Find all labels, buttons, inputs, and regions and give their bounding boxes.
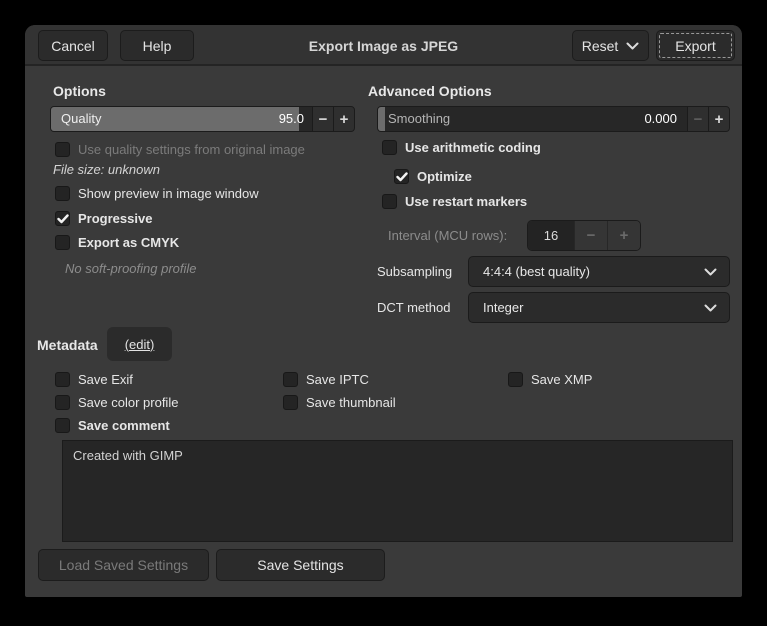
interval-increment-button: + (607, 221, 640, 250)
reset-button-label: Reset (582, 38, 619, 54)
checkbox-box (283, 395, 298, 410)
check-icon (396, 172, 408, 182)
checkbox-save-comment[interactable]: Save comment (55, 417, 170, 434)
help-button[interactable]: Help (120, 30, 194, 61)
checkbox-box (382, 194, 397, 209)
check-icon (57, 214, 69, 224)
plus-icon: + (715, 111, 724, 128)
soft-proofing-text: No soft-proofing profile (65, 261, 197, 276)
checkbox-label: Progressive (78, 210, 152, 227)
chevron-down-icon (704, 304, 717, 312)
checkbox-box (382, 140, 397, 155)
checkbox-box (55, 142, 70, 157)
cancel-button-label: Cancel (51, 38, 95, 54)
smoothing-slider-value: 0.000 (644, 107, 677, 131)
quality-decrement-button[interactable]: − (312, 107, 333, 131)
checkbox-export-cmyk[interactable]: Export as CMYK (55, 234, 179, 251)
file-size-text: File size: unknown (53, 162, 160, 177)
help-button-label: Help (143, 38, 172, 54)
smoothing-slider-label: Smoothing (388, 107, 450, 131)
advanced-options-heading: Advanced Options (368, 83, 492, 99)
comment-textarea[interactable]: Created with GIMP (62, 440, 733, 542)
options-heading: Options (53, 83, 106, 99)
export-button-label: Export (675, 38, 715, 54)
subsampling-label: Subsampling (377, 264, 452, 279)
checkbox-box (55, 372, 70, 387)
plus-icon: + (340, 111, 349, 128)
checkbox-show-preview[interactable]: Show preview in image window (55, 185, 259, 202)
interval-label: Interval (MCU rows): (388, 228, 507, 243)
metadata-edit-button-label: (edit) (125, 337, 155, 352)
plus-icon: + (620, 227, 629, 244)
checkbox-arithmetic-coding[interactable]: Use arithmetic coding (382, 139, 541, 156)
checkbox-save-thumbnail[interactable]: Save thumbnail (283, 394, 396, 411)
dct-method-dropdown-value: Integer (469, 300, 704, 315)
checkbox-label: Use restart markers (405, 193, 527, 210)
minus-icon: − (319, 111, 328, 128)
save-settings-button[interactable]: Save Settings (216, 549, 385, 581)
subsampling-dropdown-value: 4:4:4 (best quality) (469, 264, 704, 279)
checkbox-label: Use quality settings from original image (78, 141, 305, 158)
interval-spinner: 16 − + (527, 220, 641, 251)
checkbox-save-color-profile[interactable]: Save color profile (55, 394, 178, 411)
checkbox-box (508, 372, 523, 387)
checkbox-save-xmp[interactable]: Save XMP (508, 371, 592, 388)
checkbox-box (55, 235, 70, 250)
save-settings-label: Save Settings (257, 557, 343, 573)
quality-slider-label: Quality (61, 107, 101, 131)
export-jpeg-dialog: Export Image as JPEG Cancel Help Reset E… (25, 25, 742, 597)
metadata-heading: Metadata (37, 337, 98, 353)
minus-icon: − (587, 227, 596, 244)
metadata-edit-button[interactable]: (edit) (107, 327, 172, 361)
checkbox-restart-markers[interactable]: Use restart markers (382, 193, 527, 210)
checkbox-box (55, 395, 70, 410)
checkbox-label: Save comment (78, 417, 170, 434)
checkbox-progressive[interactable]: Progressive (55, 210, 152, 227)
checkbox-label: Optimize (417, 168, 472, 185)
checkbox-box (55, 418, 70, 433)
checkbox-label: Save color profile (78, 394, 178, 411)
dct-method-label: DCT method (377, 300, 450, 315)
checkbox-label: Save Exif (78, 371, 133, 388)
chevron-down-icon (704, 268, 717, 276)
checkbox-use-quality-settings: Use quality settings from original image (55, 141, 305, 158)
checkbox-box (394, 169, 409, 184)
checkbox-label: Show preview in image window (78, 185, 259, 202)
cancel-button[interactable]: Cancel (38, 30, 108, 61)
checkbox-box (283, 372, 298, 387)
checkbox-box (55, 186, 70, 201)
subsampling-dropdown[interactable]: 4:4:4 (best quality) (468, 256, 730, 287)
interval-decrement-button: − (574, 221, 607, 250)
minus-icon: − (694, 111, 703, 128)
checkbox-label: Save thumbnail (306, 394, 396, 411)
dct-method-dropdown[interactable]: Integer (468, 292, 730, 323)
reset-button[interactable]: Reset (572, 30, 649, 61)
checkbox-label: Save IPTC (306, 371, 369, 388)
quality-slider-value: 95.0 (279, 107, 304, 131)
checkbox-save-iptc[interactable]: Save IPTC (283, 371, 369, 388)
smoothing-increment-button[interactable]: + (708, 107, 729, 131)
smoothing-slider-fill (378, 107, 385, 131)
smoothing-slider[interactable]: Smoothing 0.000 − + (377, 106, 730, 132)
checkbox-label: Export as CMYK (78, 234, 179, 251)
checkbox-optimize[interactable]: Optimize (394, 168, 472, 185)
checkbox-label: Save XMP (531, 371, 592, 388)
checkbox-label: Use arithmetic coding (405, 139, 541, 156)
export-button[interactable]: Export (656, 30, 735, 61)
quality-slider[interactable]: Quality 95.0 − + (50, 106, 355, 132)
checkbox-box (55, 211, 70, 226)
smoothing-decrement-button: − (687, 107, 708, 131)
load-saved-settings-label: Load Saved Settings (59, 557, 188, 573)
quality-increment-button[interactable]: + (333, 107, 354, 131)
chevron-down-icon (626, 42, 639, 50)
interval-spinner-value: 16 (528, 221, 574, 250)
checkbox-save-exif[interactable]: Save Exif (55, 371, 133, 388)
load-saved-settings-button: Load Saved Settings (38, 549, 209, 581)
